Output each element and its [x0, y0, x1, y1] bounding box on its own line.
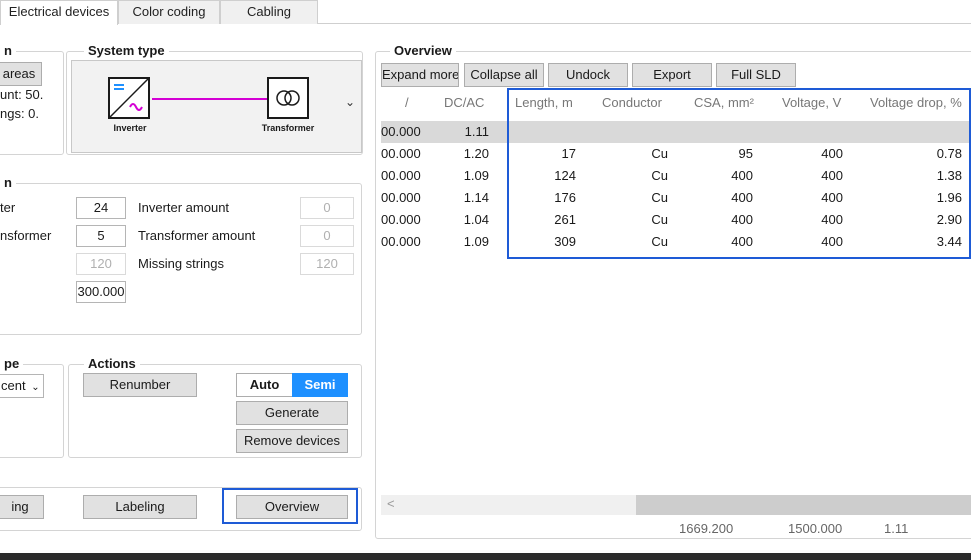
expand-more-button[interactable]: Expand more: [381, 63, 459, 87]
table-cell: 1.11: [464, 124, 489, 139]
semi-toggle[interactable]: Semi: [292, 373, 348, 397]
missing-strings-label: Missing strings: [138, 256, 224, 271]
labeling-button[interactable]: Labeling: [83, 495, 197, 519]
drawing-button[interactable]: ing: [0, 495, 44, 519]
strings-text: ngs: 0.: [0, 106, 40, 121]
distance-input[interactable]: 300.000: [76, 281, 126, 303]
remove-devices-button[interactable]: Remove devices: [236, 429, 348, 453]
strings-count-input[interactable]: 120: [76, 253, 126, 275]
scrollbar-thumb[interactable]: [636, 495, 971, 515]
generate-button[interactable]: Generate: [236, 401, 348, 425]
table-cell: 00.000: [381, 168, 421, 183]
chevron-down-icon: ⌄: [31, 382, 40, 393]
settings-group-title: n: [0, 175, 16, 191]
auto-toggle[interactable]: Auto: [236, 373, 293, 397]
total-length: 1669.200: [679, 521, 734, 536]
transformer-label-text: nsformer: [0, 228, 52, 243]
full-sld-button[interactable]: Full SLD: [716, 63, 796, 87]
table-cell: 00.000: [381, 190, 421, 205]
type-select[interactable]: cent ⌄: [0, 374, 44, 398]
tab-cabling[interactable]: Cabling: [220, 0, 318, 24]
transformer-icon: [276, 90, 300, 106]
collapse-all-button[interactable]: Collapse all: [464, 63, 544, 87]
renumber-button[interactable]: Renumber: [83, 373, 197, 397]
inverter-icon: [109, 78, 149, 118]
type-select-value: cent: [1, 378, 26, 393]
overview-title: Overview: [390, 43, 456, 59]
table-cell: 00.000: [381, 124, 421, 139]
transformer-count-input[interactable]: 5: [76, 225, 126, 247]
areas-group-title: n: [0, 43, 16, 59]
inverter-amount-input[interactable]: 0: [300, 197, 354, 219]
cable-columns-highlight: [507, 88, 971, 259]
undock-button[interactable]: Undock: [548, 63, 628, 87]
tab-strip: Electrical devices Color coding Cabling: [0, 0, 971, 25]
table-cell: 00.000: [381, 212, 421, 227]
table-cell: 00.000: [381, 234, 421, 249]
wire-line: [152, 98, 267, 100]
transformer-amount-label: Transformer amount: [138, 228, 256, 243]
table-cell: 1.09: [463, 168, 489, 183]
table-cell: 1.09: [463, 234, 489, 249]
table-cell: 1.04: [463, 212, 489, 227]
overview-button-highlight: [222, 488, 358, 524]
total-value: 1500.000: [788, 521, 843, 536]
transformer-device: [267, 77, 309, 119]
column-header[interactable]: DC/AC: [444, 95, 484, 111]
chevron-down-icon[interactable]: ⌄: [345, 95, 355, 109]
areas-button[interactable]: areas: [0, 62, 42, 86]
table-cell: 1.14: [463, 190, 489, 205]
taskbar-strip: [0, 553, 971, 560]
transformer-amount-input[interactable]: 0: [300, 225, 354, 247]
horizontal-scrollbar[interactable]: <: [381, 495, 971, 515]
export-button[interactable]: Export: [632, 63, 712, 87]
system-type-title: System type: [84, 43, 169, 59]
system-type-selector[interactable]: Inverter Transformer ⌄: [71, 60, 362, 153]
actions-group-title: Actions: [84, 356, 140, 372]
tab-electrical-devices[interactable]: Electrical devices: [0, 0, 118, 25]
inverter-label-text: ter: [0, 200, 16, 215]
table-cell: 00.000: [381, 146, 421, 161]
inverter-device: [108, 77, 150, 119]
inverter-count-input[interactable]: 24: [76, 197, 126, 219]
type-group-title: pe: [0, 356, 24, 372]
table-cell: 1.20: [463, 146, 489, 161]
inverter-amount-label: Inverter amount: [138, 200, 230, 215]
missing-strings-input[interactable]: 120: [300, 253, 354, 275]
transformer-label: Transformer: [261, 123, 315, 133]
column-header[interactable]: /: [405, 95, 409, 111]
amount-text: unt: 50.: [0, 87, 44, 102]
tab-color-coding[interactable]: Color coding: [118, 0, 220, 24]
inverter-label: Inverter: [113, 123, 147, 133]
scroll-left-icon[interactable]: <: [387, 496, 395, 511]
total-ratio: 1.11: [884, 521, 909, 536]
